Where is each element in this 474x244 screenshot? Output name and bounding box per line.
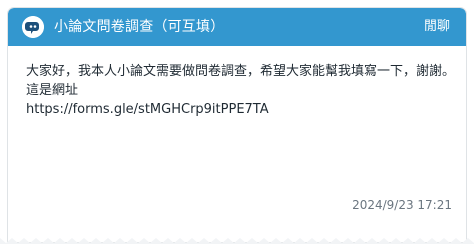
torn-edge-divider	[0, 238, 474, 244]
post-content: 大家好，我本人小論文需要做問卷調查，希望大家能幫我填寫一下，謝謝。 這是網址 h…	[26, 62, 456, 119]
survey-link[interactable]: https://forms.gle/stMGHCrp9itPPE7TA	[26, 102, 269, 117]
post-title: 小論文問卷調查（可互填）	[54, 19, 225, 35]
board-avatar-icon	[22, 16, 44, 38]
post-header: 小論文問卷調查（可互填） 閒聊	[8, 8, 466, 46]
post-card: 小論文問卷調查（可互填） 閒聊 大家好，我本人小論文需要做問卷調查，希望大家能幫…	[8, 8, 466, 242]
post-timestamp: 2024/9/23 17:21	[352, 198, 452, 212]
post-text-line: 這是網址	[26, 83, 79, 98]
post-text-line: 大家好，我本人小論文需要做問卷調查，希望大家能幫我填寫一下，謝謝。	[26, 64, 456, 79]
board-name-link[interactable]: 閒聊	[424, 8, 450, 46]
